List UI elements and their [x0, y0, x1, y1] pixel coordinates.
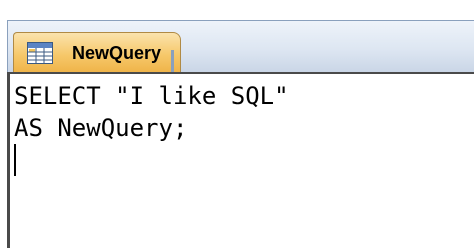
tab-divider — [171, 50, 174, 72]
document-tabstrip: NewQuery — [7, 20, 474, 73]
text-caret — [14, 144, 16, 176]
code-line-2: AS NewQuery; — [14, 114, 188, 142]
query-grid-icon — [27, 42, 53, 64]
tab-title: NewQuery — [72, 43, 162, 63]
sql-editor[interactable]: SELECT "I like SQL" AS NewQuery; — [7, 72, 474, 248]
code-line-1: SELECT "I like SQL" — [14, 82, 289, 110]
tab-newquery[interactable]: NewQuery — [13, 32, 181, 73]
